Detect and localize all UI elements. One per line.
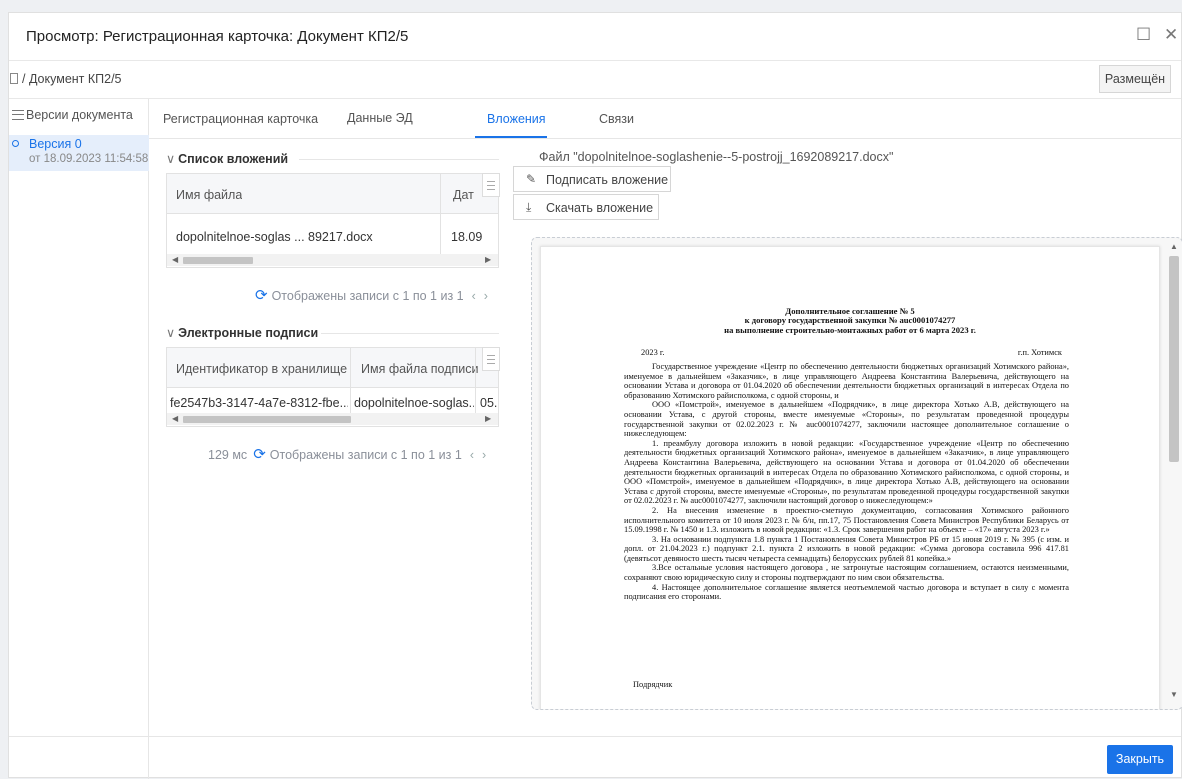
tab-links[interactable]: Связи [599,112,634,126]
scroll-right-icon[interactable]: ▶ [485,254,491,266]
document-paragraph: 4. Настоящее дополнительное соглашение я… [624,582,1069,602]
download-attachment-button[interactable]: ⤓ Скачать вложение [513,194,659,220]
breadcrumb-text: / Документ КП2/5 [22,72,122,86]
close-icon[interactable]: ✕ [1164,25,1178,45]
version-radio-icon [12,140,19,147]
column-menu-button[interactable] [482,173,500,197]
document-paragraph: Государственное учреждение «Центр по обе… [624,362,1069,400]
dialog-title: Просмотр: Регистрационная карточка: Доку… [26,28,409,45]
file-title: Файл "dopolnitelnoe-soglashenie--5-postr… [539,150,894,164]
chevron-down-icon: ∨ [166,326,176,340]
table-cell-date[interactable]: 18.09.2 [451,230,483,244]
document-body: Государственное учреждение «Центр по обе… [624,362,1069,602]
version-name: Версия 0 [29,137,82,151]
scroll-left-icon[interactable]: ◀ [172,254,178,266]
version-date: от 18.09.2023 11:54:58 [29,153,149,165]
scrollbar-thumb[interactable] [183,257,253,264]
vertical-scrollbar[interactable]: ▲ ▼ [1168,242,1180,704]
scrollbar-thumb[interactable] [1169,256,1179,462]
prev-page-icon[interactable]: ‹ [472,289,476,303]
sign-attachment-label: Подписать вложение [546,173,669,187]
column-divider[interactable] [350,348,351,413]
column-header-storage-id[interactable]: Идентификатор в хранилище [176,362,347,376]
scroll-down-icon[interactable]: ▼ [1170,690,1178,699]
column-header-date[interactable]: Дат [453,188,483,202]
attachments-section-title[interactable]: ∨ Список вложений [166,151,288,166]
horizontal-scrollbar[interactable]: ◀ ▶ [167,413,498,425]
tab-ed-data[interactable]: Данные ЭД [347,111,413,125]
next-page-icon[interactable]: › [484,289,488,303]
signatures-section-title[interactable]: ∨ Электронные подписи [166,325,318,340]
tab-registration-card[interactable]: Регистрационная карточка [163,112,318,126]
document-signature: Подрядчик [633,680,673,689]
tab-bar: Регистрационная карточка Данные ЭД Вложе… [149,99,1182,139]
scroll-up-icon[interactable]: ▲ [1170,242,1178,251]
document-paragraph: 1. преамбулу договора изложить в новой р… [624,438,1069,506]
versions-sidebar: Версии документа Версия 0 от 18.09.2023 … [9,99,149,779]
document-paragraph: ООО «Помстрой», именуемое в дальнейшем «… [624,400,1069,439]
table-cell-storage-id[interactable]: fe2547b3-3147-4a7e-8312-fbe... [170,396,348,410]
sign-attachment-button[interactable]: ✎ Подписать вложение [513,166,671,192]
dialog-footer: Закрыть [9,736,1181,779]
scroll-right-icon[interactable]: ▶ [485,413,491,425]
document-paragraph: 2. На внесения изменение в проектно-смет… [624,505,1069,535]
horizontal-scrollbar[interactable]: ◀ ▶ [167,254,498,266]
column-menu-button[interactable] [482,347,500,371]
document-place: г.п. Хотимск [1017,348,1062,357]
download-attachment-label: Скачать вложение [546,201,654,215]
column-divider[interactable] [475,348,476,413]
dialog-titlebar: Просмотр: Регистрационная карточка: Доку… [9,13,1181,61]
status-badge: Размещён [1099,65,1171,93]
document-page: Дополнительное соглашение № 5 к договору… [540,246,1160,709]
document-paragraph: 3. На основании подпункта 1.8 пункта 1 П… [624,534,1069,563]
tab-attachments[interactable]: Вложения [487,112,546,126]
document-view-dialog: Просмотр: Регистрационная карточка: Доку… [8,12,1182,779]
section-divider [321,333,499,334]
versions-header[interactable]: Версии документа [9,99,149,131]
signatures-table: Идентификатор в хранилище Имя файла подп… [166,347,499,427]
version-item[interactable]: Версия 0 от 18.09.2023 11:54:58 [9,135,149,171]
column-header-filename[interactable]: Имя файла [176,188,242,202]
document-date: 2023 г. [641,348,665,357]
section-divider [299,159,499,160]
load-time: 129 мс [208,448,248,462]
scrollbar-thumb[interactable] [183,416,351,423]
column-divider[interactable] [440,174,441,254]
document-icon [10,73,18,84]
table-cell-filename[interactable]: dopolnitelnoe-soglas ... 89217.docx [176,230,373,244]
breadcrumb: / Документ КП2/5 Размещён [9,61,1181,99]
prev-page-icon[interactable]: ‹ [470,448,474,462]
signatures-pager: 129 мс ⟳ Отображены записи с 1 по 1 из 1 ‹ › [208,446,487,463]
document-title: Дополнительное соглашение № 5 к договору… [724,306,976,335]
document-preview[interactable]: Дополнительное соглашение № 5 к договору… [531,237,1182,710]
next-page-icon[interactable]: › [482,448,486,462]
document-paragraph: 3.Все остальные условия настоящего догов… [624,563,1069,583]
versions-heading: Версии документа [26,108,133,122]
chevron-down-icon: ∨ [166,152,176,166]
download-icon: ⤓ [526,200,532,214]
list-icon [12,110,24,120]
refresh-icon[interactable]: ⟳ [255,287,268,304]
active-tab-indicator [475,136,547,138]
attachments-table: Имя файла Дат dopolnitelnoe-soglas ... 8… [166,173,499,268]
maximize-icon[interactable]: ☐ [1136,25,1151,45]
column-header-signature-file[interactable]: Имя файла подписи [361,362,478,376]
pen-icon: ✎ [526,172,537,186]
refresh-icon[interactable]: ⟳ [253,446,266,463]
scroll-left-icon[interactable]: ◀ [172,413,178,425]
table-cell-date[interactable]: 05. [480,396,498,410]
table-cell-signature-file[interactable]: dopolnitelnoe-soglas... [354,396,474,410]
attachments-pager: ⟳ Отображены записи с 1 по 1 из 1 ‹ › [255,287,488,304]
close-button[interactable]: Закрыть [1107,745,1173,774]
